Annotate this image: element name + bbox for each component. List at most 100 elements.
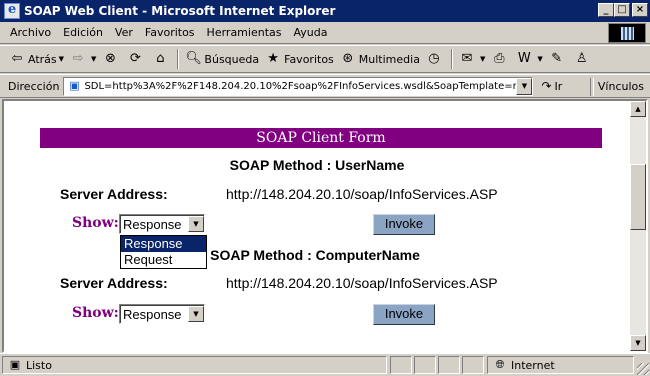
links-button[interactable]: Vínculos <box>589 78 644 96</box>
show-select-value: Response <box>123 306 182 322</box>
status-bar: ▣ Listo 🌐︎ Internet <box>0 353 650 376</box>
history-button[interactable]: ◷ <box>423 48 448 70</box>
show-dropdown-list: Response Request <box>120 235 207 269</box>
menu-archivo[interactable]: Archivo <box>0 26 57 39</box>
maximize-button[interactable]: □ <box>614 3 630 17</box>
word-edit-icon: W <box>517 51 531 66</box>
browser-viewport: SOAP Client Form SOAP Method : UserName … <box>2 99 648 353</box>
menu-favoritos[interactable]: Favoritos <box>139 26 201 39</box>
toolbar-separator <box>177 49 180 69</box>
resize-grip[interactable] <box>637 363 649 375</box>
forward-dropdown-icon[interactable]: ▼ <box>91 55 96 63</box>
form-header: SOAP Client Form <box>40 128 602 148</box>
show-label: Show: <box>72 305 119 321</box>
menu-bar: Archivo Edición Ver Favoritos Herramient… <box>0 22 650 44</box>
address-input[interactable]: ▣ SDL=http%3A%2F%2F148.204.20.10%2Fsoap%… <box>63 76 534 96</box>
show-select[interactable]: Response ▼ <box>119 304 205 324</box>
title-bar: SOAP Web Client - Microsoft Internet Exp… <box>0 0 650 22</box>
stop-button[interactable]: ⊗ <box>99 48 124 70</box>
menu-ayuda[interactable]: Ayuda <box>287 26 333 39</box>
server-address-value: http://148.204.20.10/soap/InfoServices.A… <box>226 186 498 202</box>
scroll-thumb[interactable] <box>630 164 646 230</box>
toolbar: ⇦ Atrás ▼ ⇨ ▼ ⊗ ⟳ ⌂ 🔍︎ Búsqueda ★ Favori… <box>0 45 650 73</box>
zone-text: Internet <box>511 358 555 372</box>
history-icon: ◷ <box>428 51 440 66</box>
invoke-button[interactable]: Invoke <box>373 304 435 325</box>
go-label: Ir <box>554 79 563 93</box>
page-icon: ▣ <box>69 79 80 92</box>
multimedia-label: Multimedia <box>358 52 420 66</box>
menu-herramientas[interactable]: Herramientas <box>201 26 288 39</box>
print-icon: ⎙ <box>494 51 505 66</box>
minimize-button[interactable]: _ <box>598 3 614 17</box>
favorites-icon: ★ <box>267 51 279 66</box>
search-label: Búsqueda <box>204 52 260 66</box>
go-arrow-icon: ↷ <box>541 79 552 93</box>
soap-method-title: SOAP Method : ComputerName <box>210 247 420 263</box>
status-main: ▣ Listo <box>2 356 387 374</box>
invoke-button[interactable]: Invoke <box>373 214 435 235</box>
address-label: Dirección <box>8 79 60 93</box>
address-url[interactable]: SDL=http%3A%2F%2F148.204.20.10%2Fsoap%2F… <box>84 81 516 92</box>
page-content: SOAP Client Form SOAP Method : UserName … <box>4 101 630 351</box>
forward-button[interactable]: ⇨ ▼ <box>67 48 99 70</box>
messenger-button[interactable]: ♙ <box>571 48 596 70</box>
ie-icon <box>4 2 20 19</box>
back-button[interactable]: ⇦ Atrás ▼ <box>6 48 67 70</box>
edit-button[interactable]: W ▼ <box>513 48 545 70</box>
status-cell <box>438 356 460 374</box>
soap-method-title: SOAP Method : UserName <box>229 157 405 173</box>
discuss-button[interactable]: ✎ <box>546 48 571 70</box>
security-zone: 🌐︎ Internet <box>487 356 634 374</box>
address-dropdown-icon[interactable]: ▼ <box>516 77 533 95</box>
toolbar-separator <box>450 49 453 69</box>
forward-arrow-icon: ⇨ <box>72 51 84 66</box>
chevron-down-icon[interactable]: ▼ <box>188 306 204 322</box>
search-icon: 🔍︎ <box>185 51 202 66</box>
status-cell <box>390 356 412 374</box>
menu-ver[interactable]: Ver <box>109 26 139 39</box>
search-button[interactable]: 🔍︎ Búsqueda <box>182 48 262 70</box>
status-text: Listo <box>26 358 52 372</box>
multimedia-button[interactable]: ⊛ Multimedia <box>337 48 423 70</box>
mail-icon: ✉ <box>461 51 473 66</box>
favorites-button[interactable]: ★ Favoritos <box>262 48 337 70</box>
dropdown-option-response[interactable]: Response <box>121 236 206 252</box>
address-bar: Dirección ▣ SDL=http%3A%2F%2F148.204.20.… <box>0 74 650 98</box>
status-cell <box>462 356 484 374</box>
show-label: Show: <box>72 215 119 231</box>
windows-throbber-icon <box>608 23 646 43</box>
page-done-icon: ▣ <box>9 358 21 371</box>
edit-dropdown-icon[interactable]: ▼ <box>537 55 542 63</box>
menu-edicion[interactable]: Edición <box>57 26 109 39</box>
scroll-down-icon[interactable]: ▼ <box>630 335 646 351</box>
chevron-down-icon[interactable]: ▼ <box>188 216 204 232</box>
globe-icon: 🌐︎ <box>495 358 505 371</box>
multimedia-icon: ⊛ <box>342 51 354 66</box>
server-address-label: Server Address: <box>60 186 168 202</box>
refresh-icon: ⟳ <box>129 51 141 66</box>
discuss-icon: ✎ <box>551 51 563 66</box>
server-address-value: http://148.204.20.10/soap/InfoServices.A… <box>226 275 498 291</box>
back-label: Atrás <box>28 52 57 66</box>
close-button[interactable]: × <box>632 3 648 17</box>
vertical-scrollbar[interactable]: ▲ ▼ <box>630 101 646 351</box>
stop-icon: ⊗ <box>104 51 116 66</box>
refresh-button[interactable]: ⟳ <box>124 48 149 70</box>
mail-button[interactable]: ✉ ▼ <box>456 48 488 70</box>
show-select[interactable]: Response ▼ <box>119 214 205 234</box>
print-button[interactable]: ⎙ <box>488 48 513 70</box>
home-button[interactable]: ⌂ <box>149 48 174 70</box>
dropdown-option-request[interactable]: Request <box>121 252 206 268</box>
favorites-label: Favoritos <box>284 52 334 66</box>
messenger-icon: ♙ <box>575 51 588 66</box>
back-dropdown-icon[interactable]: ▼ <box>59 55 64 63</box>
mail-dropdown-icon[interactable]: ▼ <box>480 55 485 63</box>
scroll-up-icon[interactable]: ▲ <box>630 101 646 117</box>
go-button[interactable]: ↷ Ir <box>541 79 562 93</box>
window-title: SOAP Web Client - Microsoft Internet Exp… <box>24 4 336 18</box>
back-arrow-icon: ⇦ <box>11 51 23 66</box>
window-controls: _ □ × <box>598 3 648 17</box>
status-cell <box>414 356 436 374</box>
show-select-value: Response <box>123 216 182 232</box>
